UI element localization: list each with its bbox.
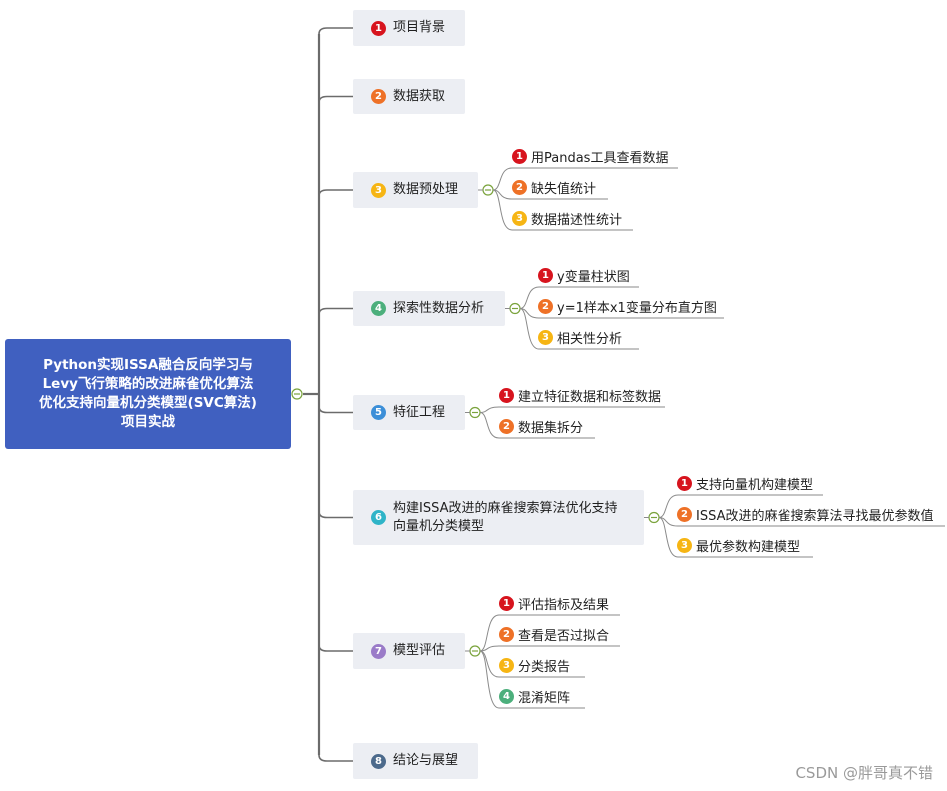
number-3-icon: 3 — [512, 210, 527, 226]
subtopic-3-2[interactable]: 2 缺失值统计 — [512, 177, 596, 197]
subtopic-4-1[interactable]: 1 y变量柱状图 — [538, 265, 630, 285]
subtopic-7-1[interactable]: 1 评估指标及结果 — [499, 593, 609, 613]
subtopic-label: 最优参数构建模型 — [696, 539, 801, 555]
branch-topic-3[interactable]: 3 数据预处理 — [353, 172, 478, 208]
number-2-icon: 2 — [499, 626, 514, 642]
root-topic[interactable]: Python实现ISSA融合反向学习与 Levy飞行策略的改进麻雀优化算法 优化… — [5, 339, 291, 449]
branch-connector — [318, 307, 353, 315]
subtopic-label: 混淆矩阵 — [518, 690, 571, 706]
subtopic-4-3[interactable]: 3 相关性分析 — [538, 327, 622, 347]
subtopic-label: 分类报告 — [518, 659, 571, 675]
subtopic-label: 用Pandas工具查看数据 — [531, 150, 669, 166]
number-1-icon: 1 — [499, 387, 514, 403]
subtopic-7-3[interactable]: 3 分类报告 — [499, 655, 570, 675]
branch-topic-2[interactable]: 2 数据获取 — [353, 79, 465, 114]
subtopic-label: 数据集拆分 — [518, 420, 584, 436]
subtopic-3-3[interactable]: 3 数据描述性统计 — [512, 208, 622, 228]
branch-topic-8[interactable]: 8 结论与展望 — [353, 743, 478, 779]
number-1-icon: 1 — [371, 20, 386, 36]
number-1-icon: 1 — [512, 148, 527, 164]
number-2-icon: 2 — [499, 418, 514, 434]
root-title-line-1: Python实现ISSA融合反向学习与 — [43, 357, 253, 373]
branch-label: 模型评估 — [393, 643, 446, 658]
leaf-connector — [479, 406, 665, 413]
subtopic-4-2[interactable]: 2 y=1样本x1变量分布直方图 — [538, 296, 717, 316]
number-7-icon: 7 — [371, 643, 386, 659]
root-title-line-2: Levy飞行策略的改进麻雀优化算法 — [42, 376, 254, 392]
subtopic-6-3[interactable]: 3 最优参数构建模型 — [677, 535, 800, 555]
number-4-icon: 4 — [499, 688, 514, 704]
branch-topic-5[interactable]: 5 特征工程 — [353, 395, 465, 430]
subtopic-3-1[interactable]: 1 用Pandas工具查看数据 — [512, 146, 668, 166]
number-5-icon: 5 — [371, 405, 386, 420]
number-3-icon: 3 — [538, 329, 553, 345]
root-title-line-4: 项目实战 — [120, 414, 175, 430]
branch-connector — [318, 189, 353, 197]
number-2-icon: 2 — [512, 179, 527, 195]
subtopic-label: ISSA改进的麻雀搜索算法寻找最优参数值 — [696, 508, 934, 524]
number-1-icon: 1 — [499, 595, 514, 611]
subtopic-label: y变量柱状图 — [557, 269, 630, 285]
subtopic-label: 缺失值统计 — [531, 181, 597, 197]
subtopic-7-4[interactable]: 4 混淆矩阵 — [499, 686, 570, 706]
branch-label: 特征工程 — [393, 404, 446, 420]
subtopic-7-2[interactable]: 2 查看是否过拟合 — [499, 624, 609, 644]
number-2-icon: 2 — [538, 298, 553, 314]
number-3-icon: 3 — [371, 182, 386, 198]
subtopic-6-2[interactable]: 2 ISSA改进的麻雀搜索算法寻找最优参数值 — [677, 504, 933, 524]
leaf-connector — [479, 645, 620, 652]
subtopic-5-1[interactable]: 1 建立特征数据和标签数据 — [499, 385, 661, 405]
branch-label: 构建ISSA改进的麻雀搜索算法优化支持 向量机分类模型 — [393, 500, 618, 534]
number-6-icon: 6 — [371, 510, 386, 525]
subtopic-label: 支持向量机构建模型 — [696, 477, 814, 493]
subtopic-label: 相关性分析 — [557, 331, 623, 347]
branch-label: 数据预处理 — [393, 182, 459, 197]
branch-label: 结论与展望 — [393, 753, 459, 768]
branch-connector — [318, 406, 353, 414]
number-1-icon: 1 — [538, 267, 553, 283]
branch-connector — [318, 95, 353, 103]
number-3-icon: 3 — [499, 657, 514, 673]
branch-label: 项目背景 — [393, 20, 446, 35]
branch-connector — [318, 511, 353, 519]
subtopic-label: y=1样本x1变量分布直方图 — [557, 300, 717, 316]
subtopic-label: 评估指标及结果 — [518, 597, 610, 613]
number-2-icon: 2 — [371, 89, 386, 104]
number-2-icon: 2 — [677, 506, 692, 522]
subtopic-label: 查看是否过拟合 — [518, 628, 610, 644]
number-3-icon: 3 — [677, 537, 692, 553]
subtopic-label: 建立特征数据和标签数据 — [518, 389, 662, 405]
branch-connector — [318, 754, 353, 762]
subtopic-6-1[interactable]: 1 支持向量机构建模型 — [677, 473, 813, 493]
watermark: CSDN @胖哥真不错 — [795, 764, 933, 782]
branch-topic-4[interactable]: 4 探索性数据分析 — [353, 291, 505, 326]
subtopic-5-2[interactable]: 2 数据集拆分 — [499, 416, 583, 436]
branch-topic-6[interactable]: 6 构建ISSA改进的麻雀搜索算法优化支持 向量机分类模型 — [353, 490, 644, 545]
subtopic-label: 数据描述性统计 — [531, 212, 623, 228]
number-1-icon: 1 — [677, 475, 692, 491]
branch-label: 探索性数据分析 — [393, 300, 485, 316]
branch-label: 数据获取 — [393, 88, 446, 104]
branch-topic-7[interactable]: 7 模型评估 — [353, 633, 465, 669]
branch-topic-1[interactable]: 1 项目背景 — [353, 10, 465, 46]
branch-connector — [318, 644, 353, 652]
root-title-line-3: 优化支持向量机分类模型(SVC算法) — [39, 395, 257, 411]
number-8-icon: 8 — [371, 753, 386, 769]
branch-connector — [318, 27, 353, 35]
number-4-icon: 4 — [371, 301, 386, 316]
